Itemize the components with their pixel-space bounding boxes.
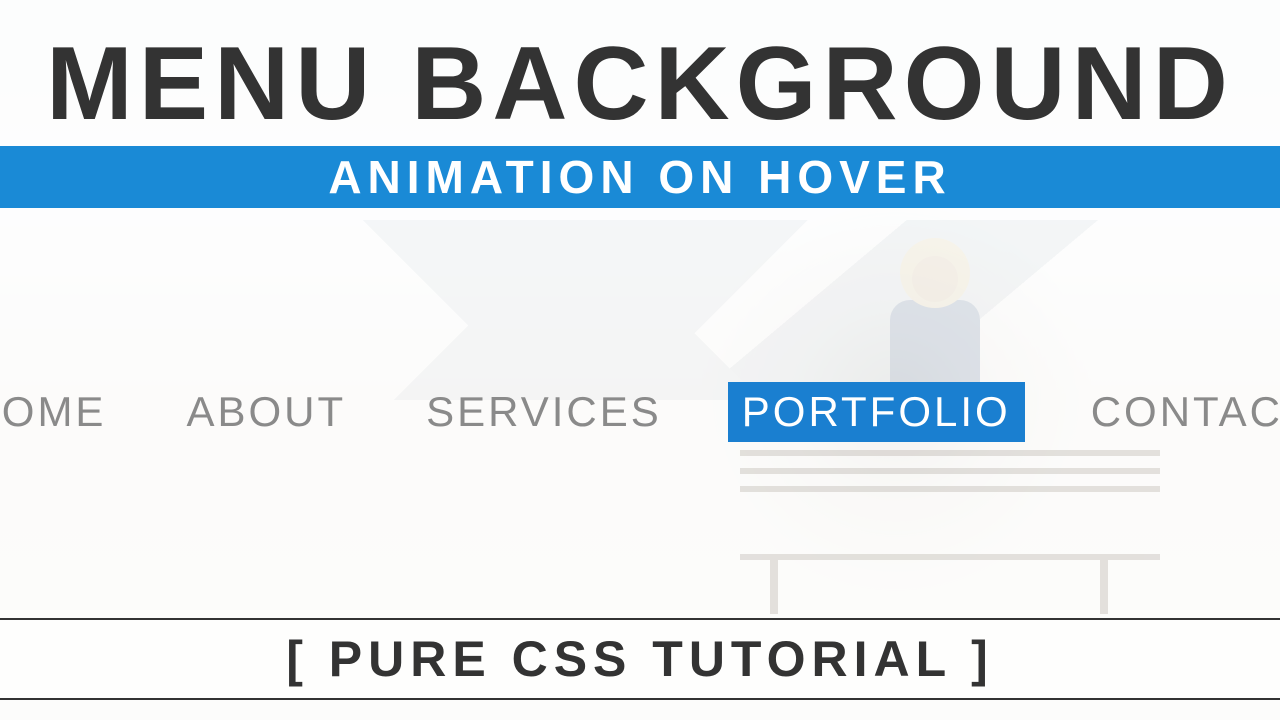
footer-bar: [ PURE CSS TUTORIAL ] [0,618,1280,700]
title-sub-bar: ANIMATION ON HOVER [0,146,1280,208]
menu-item-home[interactable]: HOME [0,382,120,442]
mountains-shape [0,220,1280,400]
title-main: MENU BACKGROUND [0,32,1280,136]
title-sub: ANIMATION ON HOVER [328,150,951,204]
menu-item-portfolio[interactable]: PORTFOLIO [728,382,1025,442]
main-menu: HOME ABOUT SERVICES PORTFOLIO CONTACT [0,382,1280,442]
menu-item-about[interactable]: ABOUT [172,382,360,442]
menu-item-contact[interactable]: CONTACT [1077,382,1280,442]
menu-item-services[interactable]: SERVICES [412,382,676,442]
footer-text: [ PURE CSS TUTORIAL ] [286,630,994,688]
